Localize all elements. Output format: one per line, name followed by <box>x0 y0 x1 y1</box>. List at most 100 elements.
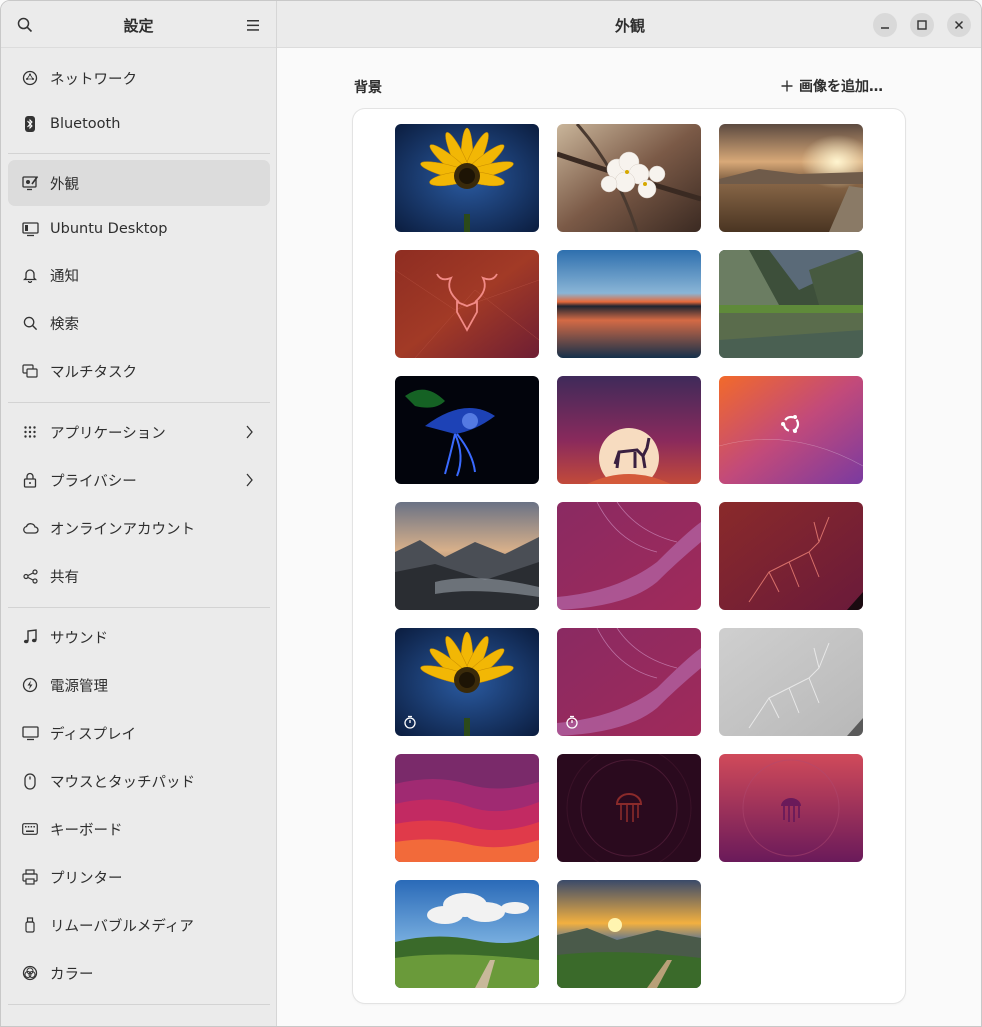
wallpaper-purple-ribbon-timed[interactable] <box>557 628 701 736</box>
printer-icon <box>20 867 40 887</box>
sidebar-item-removable-media[interactable]: リムーバブルメディア <box>8 902 270 948</box>
sidebar-separator <box>8 1004 270 1005</box>
wallpaper-waves-gradient[interactable] <box>395 754 539 862</box>
sidebar-item-label: サウンド <box>50 630 108 647</box>
wallpaper-kudu-red[interactable] <box>395 250 539 358</box>
sidebar-item-label: 通知 <box>50 268 79 285</box>
color-icon <box>20 963 40 983</box>
search-icon <box>20 313 40 333</box>
sidebar-item-multitasking[interactable]: マルチタスク <box>8 348 270 394</box>
sidebar-item-displays[interactable]: ディスプレイ <box>8 710 270 756</box>
apps-grid-icon <box>20 422 40 442</box>
desktop-icon <box>20 219 40 239</box>
sidebar-item-power[interactable]: 電源管理 <box>8 662 270 708</box>
sidebar-item-label: 外観 <box>50 176 79 193</box>
sidebar-item-applications[interactable]: アプリケーション <box>8 409 270 455</box>
sidebar: 設定 ネットワーク Bluetooth 外観 Ubuntu Desktop 通知… <box>1 1 277 1026</box>
sidebar-item-appearance[interactable]: 外観 <box>8 160 270 206</box>
sidebar-separator <box>8 402 270 403</box>
main-header: 外観 <box>277 1 981 48</box>
wallpaper-green-hills-sky[interactable] <box>395 880 539 988</box>
wallpaper-sunflower[interactable] <box>395 124 539 232</box>
wallpaper-gallery <box>353 109 905 1003</box>
monitor-icon <box>20 723 40 743</box>
sidebar-item-label: マルチタスク <box>50 364 137 381</box>
cloud-icon <box>20 518 40 538</box>
sidebar-item-label: キーボード <box>50 822 123 839</box>
wallpaper-misty-mountains[interactable] <box>395 502 539 610</box>
sidebar-item-label: 電源管理 <box>50 678 108 695</box>
mouse-icon <box>20 771 40 791</box>
lock-icon <box>20 470 40 490</box>
menu-icon[interactable] <box>242 14 264 36</box>
sidebar-item-printers[interactable]: プリンター <box>8 854 270 900</box>
usb-icon <box>20 915 40 935</box>
sidebar-item-mouse-touchpad[interactable]: マウスとタッチパッド <box>8 758 270 804</box>
sidebar-item-online-accounts[interactable]: オンラインアカウント <box>8 505 270 551</box>
wallpaper-mountain-lake[interactable] <box>719 250 863 358</box>
wallpaper-deer-moon[interactable] <box>557 376 701 484</box>
settings-window: 設定 ネットワーク Bluetooth 外観 Ubuntu Desktop 通知… <box>0 0 982 1027</box>
network-icon <box>20 68 40 88</box>
maximize-button[interactable] <box>910 13 934 37</box>
chevron-right-icon <box>246 425 253 439</box>
sidebar-item-color[interactable]: カラー <box>8 950 270 996</box>
sidebar-header: 設定 <box>1 1 276 48</box>
sidebar-item-sharing[interactable]: 共有 <box>8 553 270 599</box>
close-icon <box>954 20 964 30</box>
sidebar-item-keyboard[interactable]: キーボード <box>8 806 270 852</box>
sidebar-separator <box>8 153 270 154</box>
sidebar-item-network[interactable]: ネットワーク <box>8 55 270 101</box>
sidebar-item-label: Ubuntu Desktop <box>50 221 168 237</box>
bell-icon <box>20 265 40 285</box>
sidebar-item-notifications[interactable]: 通知 <box>8 252 270 298</box>
timer-icon <box>404 715 416 729</box>
appearance-icon <box>20 173 40 193</box>
maximize-icon <box>917 20 927 30</box>
sidebar-item-label: 検索 <box>50 316 79 333</box>
sidebar-separator <box>8 607 270 608</box>
share-icon <box>20 566 40 586</box>
sidebar-item-search[interactable]: 検索 <box>8 300 270 346</box>
bluetooth-icon <box>20 114 40 134</box>
wallpaper-kudu-outline-gray[interactable] <box>719 628 863 736</box>
plus-icon <box>781 80 793 92</box>
sidebar-item-label: Bluetooth <box>50 116 121 132</box>
sidebar-item-label: ネットワーク <box>50 71 137 88</box>
wallpaper-kudu-outline-red[interactable] <box>719 502 863 610</box>
sidebar-item-ubuntu-desktop[interactable]: Ubuntu Desktop <box>8 206 270 252</box>
sidebar-item-label: リムーバブルメディア <box>50 918 194 935</box>
minimize-icon <box>881 27 889 29</box>
sidebar-item-privacy[interactable]: プライバシー <box>8 457 270 503</box>
sidebar-item-sound[interactable]: サウンド <box>8 614 270 660</box>
add-image-button[interactable]: 画像を追加… <box>781 75 883 97</box>
sidebar-item-label: オンラインアカウント <box>50 521 195 538</box>
wallpaper-jellyfish-magenta[interactable] <box>719 754 863 862</box>
sidebar-item-label: カラー <box>50 966 94 983</box>
sidebar-item-label: プリンター <box>50 870 123 887</box>
sidebar-item-bluetooth[interactable]: Bluetooth <box>8 101 270 147</box>
music-note-icon <box>20 627 40 647</box>
add-image-label: 画像を追加… <box>799 79 883 95</box>
sidebar-item-label: 共有 <box>50 569 79 586</box>
minimize-button[interactable] <box>873 13 897 37</box>
wallpaper-purple-ribbon[interactable] <box>557 502 701 610</box>
sidebar-item-label: ディスプレイ <box>50 726 136 743</box>
wallpaper-sunset-field[interactable] <box>719 124 863 232</box>
wallpaper-lake-sunset[interactable] <box>557 250 701 358</box>
multitask-icon <box>20 361 40 381</box>
close-button[interactable] <box>947 13 971 37</box>
wallpaper-blue-light-bird[interactable] <box>395 376 539 484</box>
wallpaper-ubuntu-logo-gradient[interactable] <box>719 376 863 484</box>
sidebar-item-label: プライバシー <box>50 473 137 490</box>
wallpaper-sunflower-timed[interactable] <box>395 628 539 736</box>
power-icon <box>20 675 40 695</box>
timer-icon <box>566 715 578 729</box>
sidebar-item-label: アプリケーション <box>50 425 166 442</box>
wallpaper-cherry-blossom[interactable] <box>557 124 701 232</box>
wallpaper-valley-sunrise[interactable] <box>557 880 701 988</box>
wallpaper-jellyfish-dark[interactable] <box>557 754 701 862</box>
keyboard-icon <box>20 819 40 839</box>
sidebar-item-label: マウスとタッチパッド <box>50 774 195 791</box>
sidebar-title: 設定 <box>123 17 154 35</box>
